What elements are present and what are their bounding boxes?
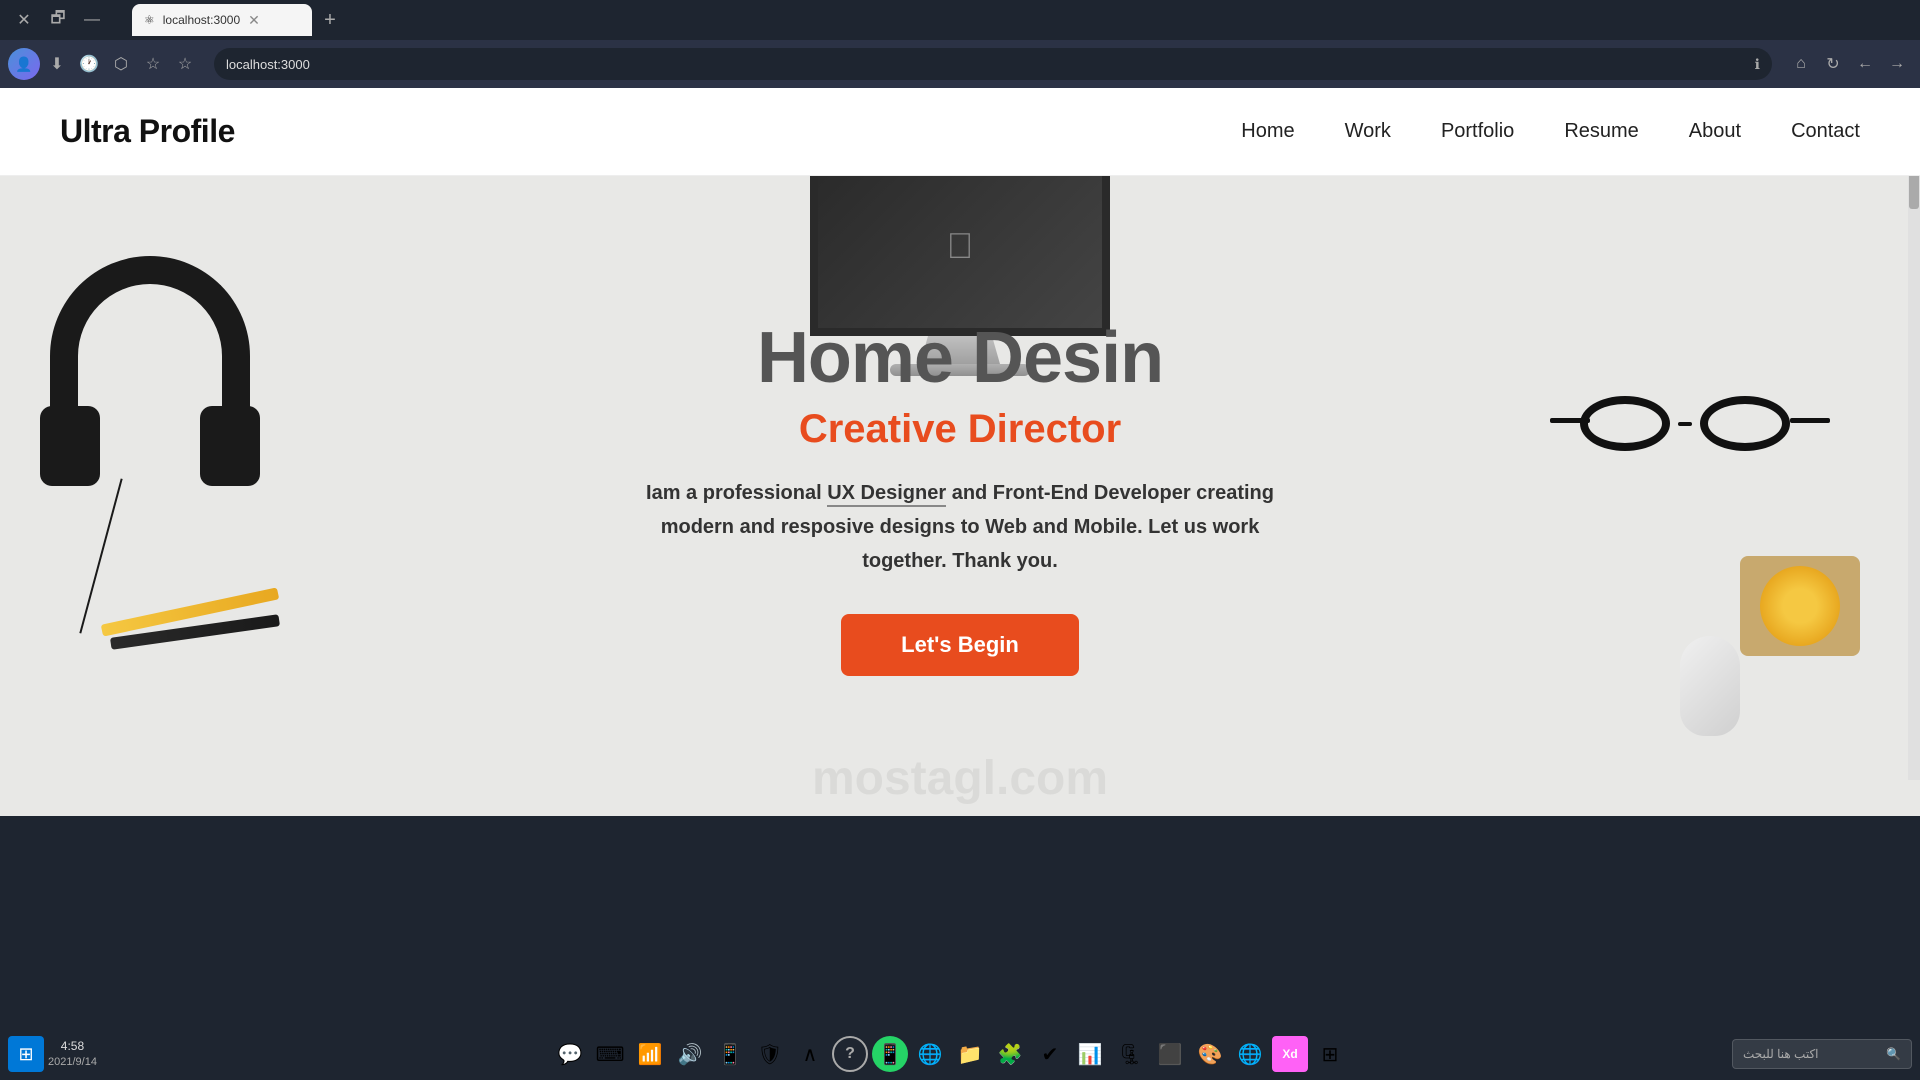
address-text: localhost:3000: [226, 57, 310, 72]
tab-label: localhost:3000: [163, 13, 240, 27]
glasses-frame: [1580, 396, 1800, 451]
tab-bar: ⚛ localhost:3000 ✕ +: [122, 2, 1910, 38]
site-header: Ultra Profile Home Work Portfolio Resume…: [0, 88, 1920, 176]
title-bar: ✕ 🗗 — ⚛ localhost:3000 ✕ +: [0, 0, 1920, 40]
download-icon[interactable]: ⬇: [42, 49, 72, 79]
taskbar-browser2-icon[interactable]: 🌐: [1232, 1036, 1268, 1072]
nav-bar: 👤 ⬇ 🕐 ⬡ ☆ ☆ localhost:3000 ℹ ⌂ ↻ ← →: [0, 40, 1920, 88]
taskbar-notification-icon[interactable]: 💬: [552, 1036, 588, 1072]
hero-title: Home Desin: [620, 317, 1300, 399]
scrollbar[interactable]: [1908, 88, 1920, 780]
minimize-button[interactable]: —: [78, 6, 106, 34]
glasses-arm-right: [1790, 418, 1830, 423]
nav-icons-right: ⌂ ↻ ← →: [1786, 49, 1912, 79]
desc-prefix: Iam a professional: [646, 482, 827, 504]
coffee-cup: [1760, 566, 1840, 646]
coffee-coaster: [1740, 556, 1860, 656]
taskbar-office-icon[interactable]: 📊: [1072, 1036, 1108, 1072]
coffee-decoration: [1740, 526, 1860, 656]
taskbar-time-date: 4:58 2021/9/14: [48, 1038, 97, 1070]
taskbar-time: 4:58: [48, 1038, 97, 1055]
taskbar-file-icon[interactable]: 📁: [952, 1036, 988, 1072]
taskbar-check-icon[interactable]: ✔: [1032, 1036, 1068, 1072]
taskbar-whatsapp-icon[interactable]: 📱: [872, 1036, 908, 1072]
taskbar-puzzle-icon[interactable]: 🧩: [992, 1036, 1028, 1072]
taskbar-zip-icon[interactable]: 🗜: [1112, 1036, 1148, 1072]
taskbar-security-icon[interactable]: 🛡: [752, 1036, 788, 1072]
nav-resume[interactable]: Resume: [1564, 120, 1638, 143]
apple-logo-icon: : [947, 225, 974, 267]
refresh-icon[interactable]: ↻: [1818, 49, 1848, 79]
hero-subtitle: Creative Director: [620, 407, 1300, 452]
close-button[interactable]: ✕: [10, 6, 38, 34]
taskbar-xd-icon[interactable]: Xd: [1272, 1036, 1308, 1072]
taskbar-paint-icon[interactable]: 🎨: [1192, 1036, 1228, 1072]
windows-icon: ⊞: [18, 1044, 33, 1065]
address-bar[interactable]: localhost:3000 ℹ: [214, 48, 1772, 80]
headphone-right-ear: [200, 406, 260, 486]
hero-description: Iam a professional UX Designer and Front…: [620, 476, 1300, 578]
taskbar-wifi-icon[interactable]: 📶: [632, 1036, 668, 1072]
nav-about[interactable]: About: [1689, 120, 1741, 143]
hero-section: : [0, 176, 1920, 816]
desc-highlight: UX Designer: [827, 482, 946, 507]
tab-favicon: ⚛: [144, 13, 155, 27]
mouse-body: [1680, 636, 1740, 736]
taskbar-search-bar[interactable]: اكتب هنا للبحث 🔍: [1732, 1039, 1912, 1069]
tab-close-icon[interactable]: ✕: [248, 12, 260, 29]
history-icon[interactable]: 🕐: [74, 49, 104, 79]
glasses-arm-left: [1550, 418, 1590, 423]
glasses-lens-right: [1700, 396, 1790, 451]
nav-contact[interactable]: Contact: [1791, 120, 1860, 143]
taskbar: ⊞ 4:58 2021/9/14 💬 ⌨ 📶 🔊 📱 🛡 ∧ ? 📱 🌐 📁 🧩…: [0, 1028, 1920, 1080]
forward-icon[interactable]: →: [1882, 49, 1912, 79]
toolbar-icon[interactable]: ☆: [170, 49, 200, 79]
taskbar-search-icon[interactable]: 🔍: [1886, 1047, 1901, 1061]
headphones-decoration: [20, 256, 280, 636]
website-content: Ultra Profile Home Work Portfolio Resume…: [0, 88, 1920, 816]
watermark: mostagl.com: [812, 751, 1108, 806]
glasses-decoration: [1580, 396, 1800, 476]
browser-profile-icon[interactable]: 👤: [8, 48, 40, 80]
title-bar-controls: ✕ 🗗 —: [10, 6, 106, 34]
active-tab[interactable]: ⚛ localhost:3000 ✕: [132, 4, 312, 36]
monitor-screen: : [810, 176, 1110, 336]
pencils-decoration: [80, 586, 300, 666]
site-nav: Home Work Portfolio Resume About Contact: [1241, 120, 1860, 143]
taskbar-device-icon[interactable]: 📱: [712, 1036, 748, 1072]
glasses-lens-left: [1580, 396, 1670, 451]
taskbar-right: اكتب هنا للبحث 🔍: [1712, 1039, 1912, 1069]
windows-start-button[interactable]: ⊞: [8, 1036, 44, 1072]
nav-home[interactable]: Home: [1241, 120, 1294, 143]
taskbar-vscode-icon[interactable]: ⬛: [1152, 1036, 1188, 1072]
nav-portfolio[interactable]: Portfolio: [1441, 120, 1514, 143]
taskbar-search-text: اكتب هنا للبحث: [1743, 1047, 1819, 1061]
hero-content: Home Desin Creative Director Iam a profe…: [620, 317, 1300, 676]
taskbar-date: 2021/9/14: [48, 1055, 97, 1070]
site-logo: Ultra Profile: [60, 113, 235, 150]
address-bar-icons: ℹ: [1755, 56, 1760, 73]
taskbar-multiwindow-icon[interactable]: ⊞: [1312, 1036, 1348, 1072]
taskbar-center: 💬 ⌨ 📶 🔊 📱 🛡 ∧ ? 📱 🌐 📁 🧩 ✔ 📊 🗜 ⬛ 🎨 🌐 Xd ⊞: [194, 1036, 1706, 1072]
mouse-decoration: [1680, 636, 1740, 736]
taskbar-keyboard-icon[interactable]: ⌨: [592, 1036, 628, 1072]
taskbar-help-icon[interactable]: ?: [832, 1036, 868, 1072]
taskbar-edge-icon[interactable]: 🌐: [912, 1036, 948, 1072]
headphone-left-ear: [40, 406, 100, 486]
new-tab-button[interactable]: +: [316, 6, 344, 34]
maximize-button[interactable]: 🗗: [44, 6, 72, 34]
home-icon[interactable]: ⌂: [1786, 49, 1816, 79]
cta-button[interactable]: Let's Begin: [841, 614, 1079, 676]
nav-icons-left: 👤 ⬇ 🕐 ⬡ ☆ ☆: [8, 48, 200, 80]
back-icon[interactable]: ←: [1850, 49, 1880, 79]
taskbar-up-arrow-icon[interactable]: ∧: [792, 1036, 828, 1072]
taskbar-left: ⊞ 4:58 2021/9/14: [8, 1036, 188, 1072]
glasses-bridge: [1678, 422, 1692, 426]
taskbar-audio-icon[interactable]: 🔊: [672, 1036, 708, 1072]
nav-work[interactable]: Work: [1345, 120, 1391, 143]
info-icon[interactable]: ℹ: [1755, 56, 1760, 73]
collections-icon[interactable]: ⬡: [106, 49, 136, 79]
favorites-icon[interactable]: ☆: [138, 49, 168, 79]
